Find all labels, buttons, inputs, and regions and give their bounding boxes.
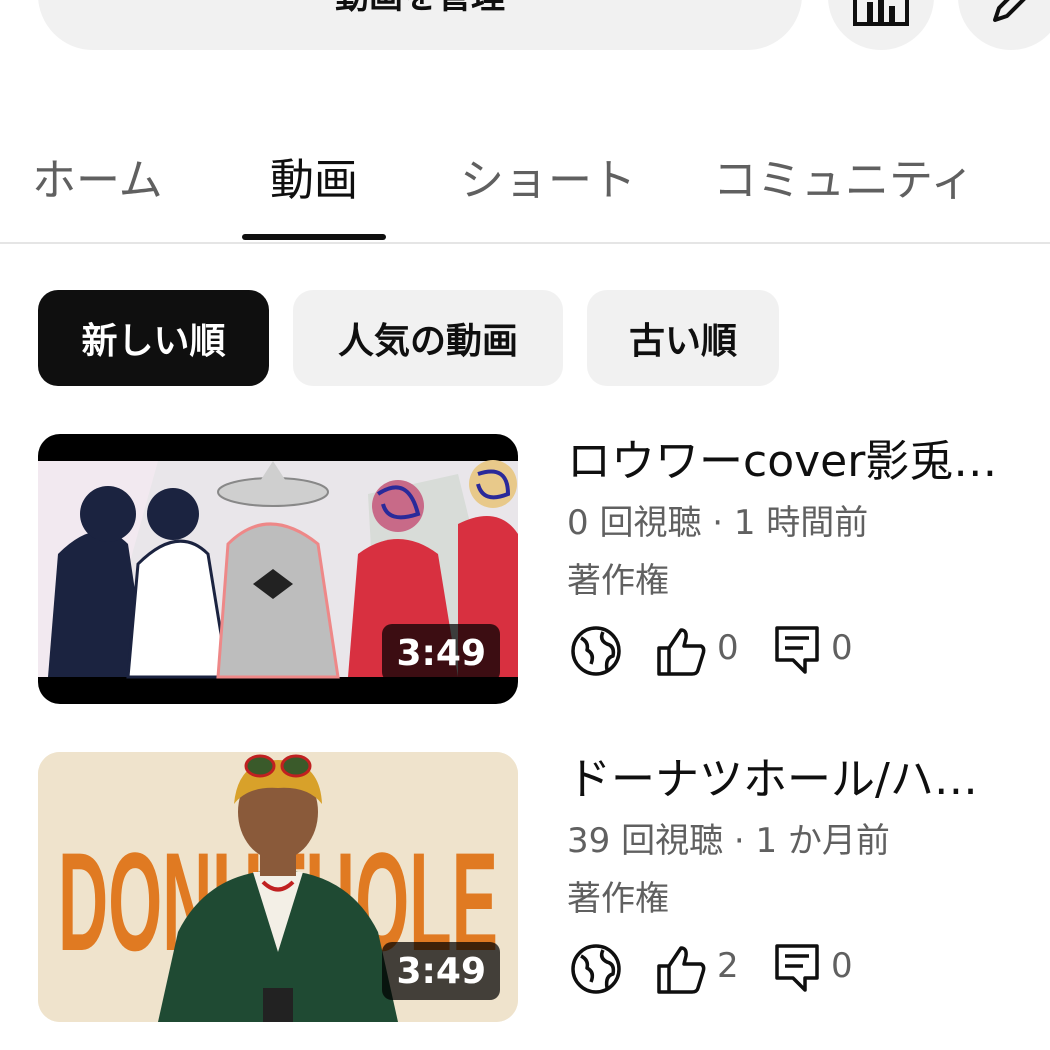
comment-count: 0 [831,946,853,986]
chip-oldest[interactable]: 古い順 [587,290,779,386]
video-meta: ロウワーcover影兎… 0 回視聴 · 1 時間前 著作権 0 0 [567,434,1037,680]
edit-channel-button[interactable] [958,0,1050,50]
copyright-label[interactable]: 著作権 [567,878,1037,920]
video-stats: 2 0 [567,942,1037,998]
video-item[interactable]: 3:49 ロウワーcover影兎… 0 回視聴 · 1 時間前 著作権 0 0 [0,434,1050,706]
manage-videos-button[interactable]: 動画を管理 [38,0,802,50]
video-title[interactable]: ロウワーcover影兎… [567,434,1037,490]
tab-home[interactable]: ホーム [32,144,163,208]
thumbs-up-icon [657,628,706,676]
globe-icon [571,626,621,676]
tab-videos[interactable]: 動画 [270,144,358,208]
copyright-label[interactable]: 著作権 [567,560,1037,602]
video-views-time: 0 回視聴 · 1 時間前 [567,503,869,543]
video-duration: 3:49 [382,624,500,682]
chip-newest[interactable]: 新しい順 [38,290,269,386]
video-views-time: 39 回視聴 · 1 か月前 [567,821,890,861]
analytics-button[interactable] [828,0,934,50]
channel-tabs: ホーム 動画 ショート コミュニティ [0,120,1050,244]
video-meta: ドーナツホール/ハ… 39 回視聴 · 1 か月前 著作権 2 0 [567,752,1037,998]
chip-popular[interactable]: 人気の動画 [293,290,563,386]
video-title[interactable]: ドーナツホール/ハ… [567,752,1037,808]
pencil-icon [993,0,1026,22]
video-thumbnail[interactable]: 3:49 [38,434,518,704]
video-thumbnail[interactable]: DONUTHOLE 3:49 [38,752,518,1022]
comment-icon [775,944,819,992]
channel-content-page: 動画を管理 ホーム 動画 ショート コミュニティ 新しい順 人気の動画 古い順 [0,0,1050,1050]
thumbs-up-icon [657,946,706,994]
video-item[interactable]: DONUTHOLE 3:49 ドーナツホール/ハ… 39 回視聴 · 1 か月前… [0,752,1050,1024]
video-duration: 3:49 [382,942,500,1000]
comment-count: 0 [831,628,853,668]
like-count: 0 [717,628,739,668]
comment-icon [775,626,819,674]
like-count: 2 [717,946,739,986]
tab-shorts[interactable]: ショート [460,144,636,208]
active-tab-indicator [242,234,386,240]
manage-videos-label: 動画を管理 [335,0,505,18]
video-stats: 0 0 [567,624,1037,680]
bar-chart-icon [853,0,909,26]
tab-community[interactable]: コミュニティ [713,144,974,208]
globe-icon [571,944,621,994]
